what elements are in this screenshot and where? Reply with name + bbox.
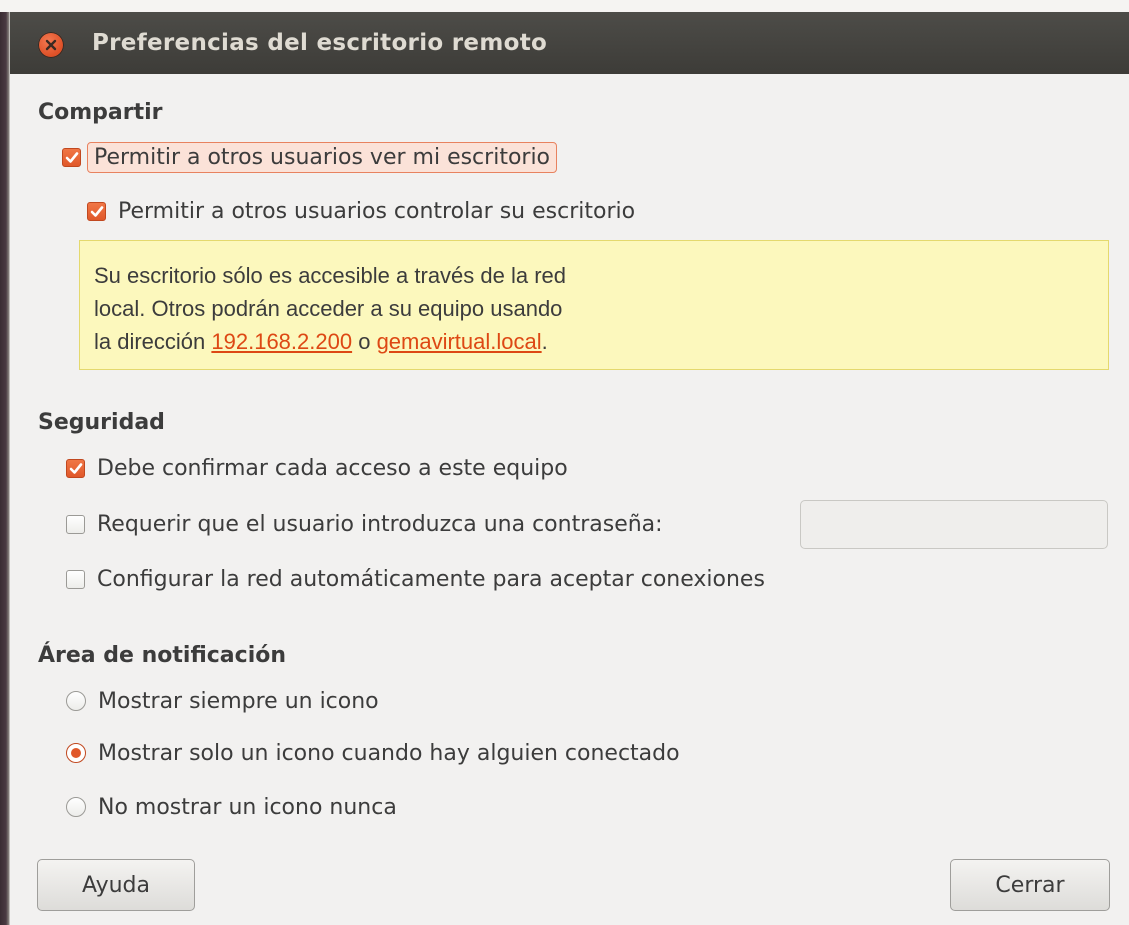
checkmark-icon	[90, 205, 104, 217]
security-heading: Seguridad	[38, 410, 165, 435]
confirm-access-option[interactable]: Debe confirmar cada acceso a este equipo	[66, 453, 568, 483]
auto-network-checkbox[interactable]	[66, 569, 85, 589]
notify-when-connected-label[interactable]: Mostrar solo un icono cuando hay alguien…	[98, 741, 680, 766]
require-password-option[interactable]: Requerir que el usuario introduzca una c…	[66, 509, 663, 539]
confirm-access-checkbox[interactable]	[66, 458, 85, 478]
ip-address-link[interactable]: 192.168.2.200	[211, 329, 352, 354]
help-button[interactable]: Ayuda	[37, 859, 195, 911]
info-line-1: Su escritorio sólo es accesible a través…	[94, 263, 567, 288]
notification-heading: Área de notificación	[38, 643, 287, 668]
allow-view-label[interactable]: Permitir a otros usuarios ver mi escrito…	[87, 141, 558, 173]
notify-always-option[interactable]: Mostrar siempre un icono	[66, 686, 379, 716]
allow-control-option[interactable]: Permitir a otros usuarios controlar su e…	[87, 196, 635, 226]
notify-never-label[interactable]: No mostrar un icono nunca	[98, 795, 397, 820]
allow-view-option[interactable]: Permitir a otros usuarios ver mi escrito…	[62, 141, 558, 173]
notify-always-radio[interactable]	[66, 691, 86, 711]
checkmark-icon	[65, 151, 79, 163]
info-line-3: la dirección 192.168.2.200 o gemavirtual…	[94, 325, 1108, 358]
sharing-heading: Compartir	[38, 100, 163, 125]
info-line-3-suffix: .	[541, 329, 548, 354]
allow-control-checkbox[interactable]	[87, 201, 106, 221]
info-line-2: local. Otros podrán acceder a su equipo …	[94, 296, 563, 321]
info-line-3-prefix: la dirección	[94, 329, 212, 354]
notify-never-option[interactable]: No mostrar un icono nunca	[66, 792, 397, 822]
password-field[interactable]	[800, 500, 1108, 549]
close-window-button[interactable]	[38, 32, 64, 58]
allow-view-checkbox[interactable]	[62, 147, 81, 167]
info-connector: o	[352, 329, 377, 354]
notify-always-label[interactable]: Mostrar siempre un icono	[98, 689, 379, 714]
close-button[interactable]: Cerrar	[950, 859, 1110, 911]
notify-never-radio[interactable]	[66, 797, 86, 817]
auto-network-option[interactable]: Configurar la red automáticamente para a…	[66, 564, 765, 594]
auto-network-label[interactable]: Configurar la red automáticamente para a…	[97, 567, 765, 592]
notify-when-connected-option[interactable]: Mostrar solo un icono cuando hay alguien…	[66, 738, 680, 768]
window-edge	[0, 0, 10, 925]
window-title: Preferencias del escritorio remoto	[92, 30, 548, 56]
network-info-box: Su escritorio sólo es accesible a través…	[79, 240, 1109, 370]
confirm-access-label[interactable]: Debe confirmar cada acceso a este equipo	[97, 456, 568, 481]
require-password-checkbox[interactable]	[66, 514, 85, 534]
require-password-label[interactable]: Requerir que el usuario introduzca una c…	[97, 512, 663, 537]
checkmark-icon	[69, 462, 83, 474]
top-strip	[0, 0, 1129, 12]
close-icon	[45, 39, 57, 51]
allow-control-label[interactable]: Permitir a otros usuarios controlar su e…	[118, 199, 635, 224]
notify-when-connected-radio[interactable]	[66, 743, 86, 763]
hostname-link[interactable]: gemavirtual.local	[377, 329, 542, 354]
